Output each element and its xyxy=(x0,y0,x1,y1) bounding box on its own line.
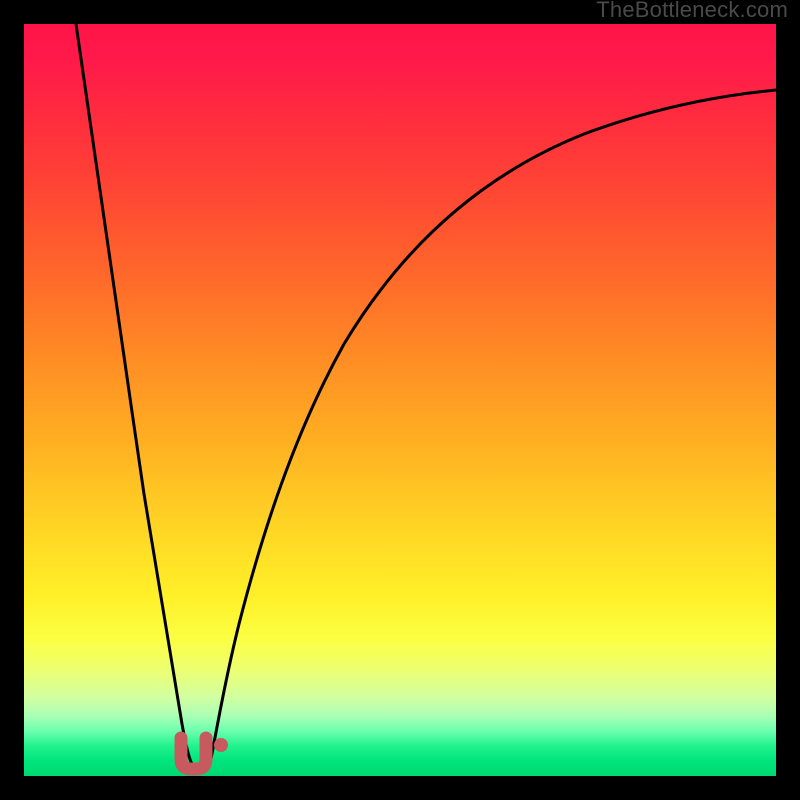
curve-right-branch xyxy=(210,90,776,764)
curve-layer xyxy=(24,24,776,776)
min-marker-u xyxy=(181,738,206,769)
plot-area xyxy=(24,24,776,776)
curve-left-branch xyxy=(76,24,192,764)
watermark-text: TheBottleneck.com xyxy=(596,0,788,23)
chart-frame: TheBottleneck.com xyxy=(0,0,800,800)
min-marker-dot xyxy=(214,738,228,752)
